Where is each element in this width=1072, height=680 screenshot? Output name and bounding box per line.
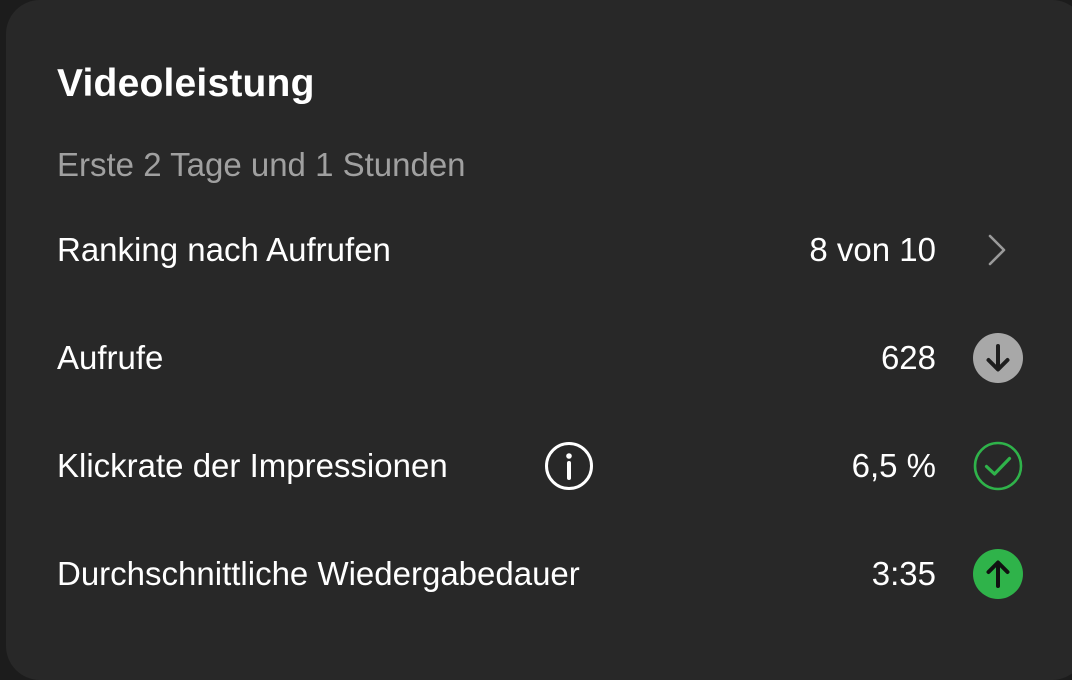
chevron-right-icon[interactable]: [985, 232, 1009, 268]
time-range-subtitle: Erste 2 Tage und 1 Stunden: [57, 146, 466, 183]
ranking-value: 8 von 10: [809, 231, 936, 268]
avg-watch-time-value: 3:35: [871, 555, 936, 592]
views-row: Aufrufe 628: [0, 323, 1072, 393]
ctr-value: 6,5 %: [851, 447, 936, 484]
card-title: Videoleistung: [57, 62, 315, 105]
ranking-row[interactable]: Ranking nach Aufrufen 8 von 10: [0, 215, 1072, 285]
ranking-label: Ranking nach Aufrufen: [57, 231, 391, 268]
views-value: 628: [880, 339, 936, 376]
ctr-label: Klickrate der Impressionen: [57, 447, 448, 484]
info-icon[interactable]: [544, 441, 594, 491]
check-circle-icon: [973, 441, 1023, 491]
avg-watch-time-row: Durchschnittliche Wiedergabedauer 3:35: [0, 539, 1072, 609]
ctr-row: Klickrate der Impressionen 6,5 %: [0, 431, 1072, 501]
views-label: Aufrufe: [57, 339, 164, 376]
arrow-up-circle-icon: [973, 549, 1023, 599]
arrow-down-circle-icon: [973, 333, 1023, 383]
avg-watch-time-label: Durchschnittliche Wiedergabedauer: [57, 555, 580, 592]
